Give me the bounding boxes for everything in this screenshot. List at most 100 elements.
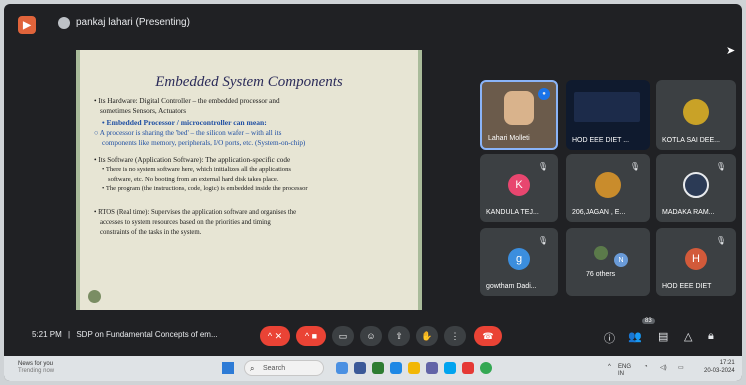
participant-tile[interactable]: 🎙︎ K KANDULA TEJ... [480,154,558,222]
shared-screen-thumbnail [574,92,640,122]
taskbar-app-icon[interactable] [336,362,348,374]
taskbar-clock[interactable]: 17:21 20-03-2024 [704,360,735,376]
news-widget[interactable]: News for you Trending now [18,361,54,375]
speaking-indicator-icon: ● [538,88,550,100]
windows-start-icon[interactable] [222,362,234,374]
slide-line: ○ A processor is sharing the 'bed' – the… [94,128,282,137]
slide-line: sometimes Sensors, Actuators [100,107,187,116]
camera-toggle-button[interactable]: ^ ■ [296,326,326,346]
meeting-title: SDP on Fundamental Concepts of em... [76,330,218,339]
participant-name: KOTLA SAI DEE... [662,137,720,144]
news-line: News for you [18,361,54,367]
slide-line: software, etc. No booting from an extern… [108,175,279,183]
others-count: 76 others [586,271,616,278]
taskbar-app-icon[interactable] [462,362,474,374]
participant-avatar: K [508,174,530,197]
host-controls-icon[interactable]: 🔒︎ [708,330,714,343]
slide-line: • RTOS (Real time): Supervises the appli… [94,208,297,216]
clock-date: 20-03-2024 [704,367,735,374]
volume-icon[interactable]: ◁) [660,364,667,371]
news-line: Trending now [18,368,55,375]
slide-line: constraints of the tasks in the system. [100,228,202,236]
participant-name: 206,JAGAN , E... [572,209,626,216]
battery-icon[interactable]: ▭ [678,364,684,371]
search-icon: ⌕ [250,364,255,373]
participant-avatar: H [685,248,707,271]
info-icon[interactable]: ⓘ [604,330,615,346]
mic-off-icon: 🎙︎ [715,162,726,171]
activities-icon[interactable]: △ [684,330,692,343]
raise-hand-button[interactable]: ✋ [416,326,438,346]
language-code: ENG [618,364,632,370]
store-icon[interactable] [444,362,456,374]
language-indicator[interactable]: ENG IN [618,364,631,377]
meeting-time: 5:21 PM [32,330,62,339]
meeting-separator: | [68,330,71,339]
participant-tile[interactable]: KOTLA SAI DEE... [656,80,736,150]
mic-toggle-button[interactable]: ^ ✕ [260,326,290,346]
slide-line: • Embedded Processor / microcontroller c… [102,117,267,127]
mic-off-icon: 🎙︎ [537,162,548,171]
top-bar: ▶ pankaj lahari (Presenting) [4,4,742,42]
slide-line: • Its Hardware: Digital Controller – the… [94,97,280,105]
participant-name: Lahari Molleti [488,135,530,142]
taskbar-app-icon[interactable] [426,362,438,374]
participant-name: HOD EEE DIET [662,283,712,290]
language-region: IN [618,370,624,377]
mic-off-icon: 🎙︎ [537,236,548,245]
mic-off-icon: 🎙︎ [629,162,640,171]
clock-time: 17:21 [719,360,735,366]
participant-tile[interactable]: 🎙︎ 206,JAGAN , E... [566,154,650,222]
tray-chevron-icon[interactable]: ^ [608,364,611,370]
participant-tile[interactable]: 🎙︎ MADAKA RAM... [656,154,736,222]
app-logo-icon: ▶ [18,16,36,34]
participant-avatar: N [614,253,628,267]
others-tile[interactable]: N 76 others [566,228,650,296]
participant-video [504,91,534,126]
slide-line: • Its Software (Application Software): T… [94,155,291,164]
edge-icon[interactable] [390,362,402,374]
taskbar-search[interactable]: Search [244,360,324,376]
meeting-controls-bar: 5:21 PM | SDP on Fundamental Concepts of… [4,316,742,356]
file-explorer-icon[interactable] [408,362,420,374]
taskbar-app-icon[interactable] [372,362,384,374]
slide-logo-icon [88,290,101,303]
chat-icon[interactable]: ▤ [658,330,668,343]
taskbar-app-icon[interactable] [354,362,366,374]
leave-call-button[interactable]: ☎ [474,326,502,346]
presenter-avatar [58,17,70,29]
participant-tile[interactable]: 🎙︎ g gowtham Dadi... [480,228,558,296]
slide-line: components like memory, peripherals, I/O… [102,139,306,148]
slide-body: • Its Hardware: Digital Controller – the… [94,96,412,237]
meeting-info: 5:21 PM | SDP on Fundamental Concepts of… [32,330,218,339]
more-options-button[interactable]: ⋮ [444,326,466,346]
participant-avatar [683,172,709,199]
participant-tile[interactable]: HOD EEE DIET ... [566,80,650,150]
presenting-label: pankaj lahari (Presenting) [76,17,190,28]
slide-line: • The program (the instructions, code, l… [102,185,308,193]
people-icon[interactable]: 👥 [628,330,642,343]
participant-tile[interactable]: 🎙︎ H HOD EEE DIET [656,228,736,296]
participant-avatar: g [508,248,530,271]
mouse-cursor-icon: ➤ [726,45,736,57]
slide-line: accesses to system resources based on th… [100,218,271,226]
chrome-icon[interactable] [480,362,492,374]
slide-title: Embedded System Components [155,74,343,90]
meet-window: ▶ pankaj lahari (Presenting) ➤ Embedded … [4,4,742,381]
captions-button[interactable]: ▭ [332,326,354,346]
shared-slide: Embedded System Components • Its Hardwar… [76,50,422,310]
participant-name: HOD EEE DIET ... [572,137,630,144]
mic-off-icon: 🎙︎ [715,236,726,245]
participant-tile[interactable]: ● Lahari Molleti [480,80,558,150]
wifi-icon[interactable]: ◔ [644,364,648,370]
present-button[interactable]: ⇧ [388,326,410,346]
participant-name: KANDULA TEJ... [486,209,539,216]
emoji-button[interactable]: ☺ [360,326,382,346]
participant-name: MADAKA RAM... [662,209,715,216]
windows-taskbar: News for you Trending now Search ⌕ ^ ENG… [4,356,742,381]
participant-name: gowtham Dadi... [486,283,537,290]
participant-avatar [595,172,621,199]
participant-count-badge: 83 [642,318,655,324]
participant-avatar [594,246,608,260]
slide-line: • There is no system software here, whic… [102,166,291,174]
